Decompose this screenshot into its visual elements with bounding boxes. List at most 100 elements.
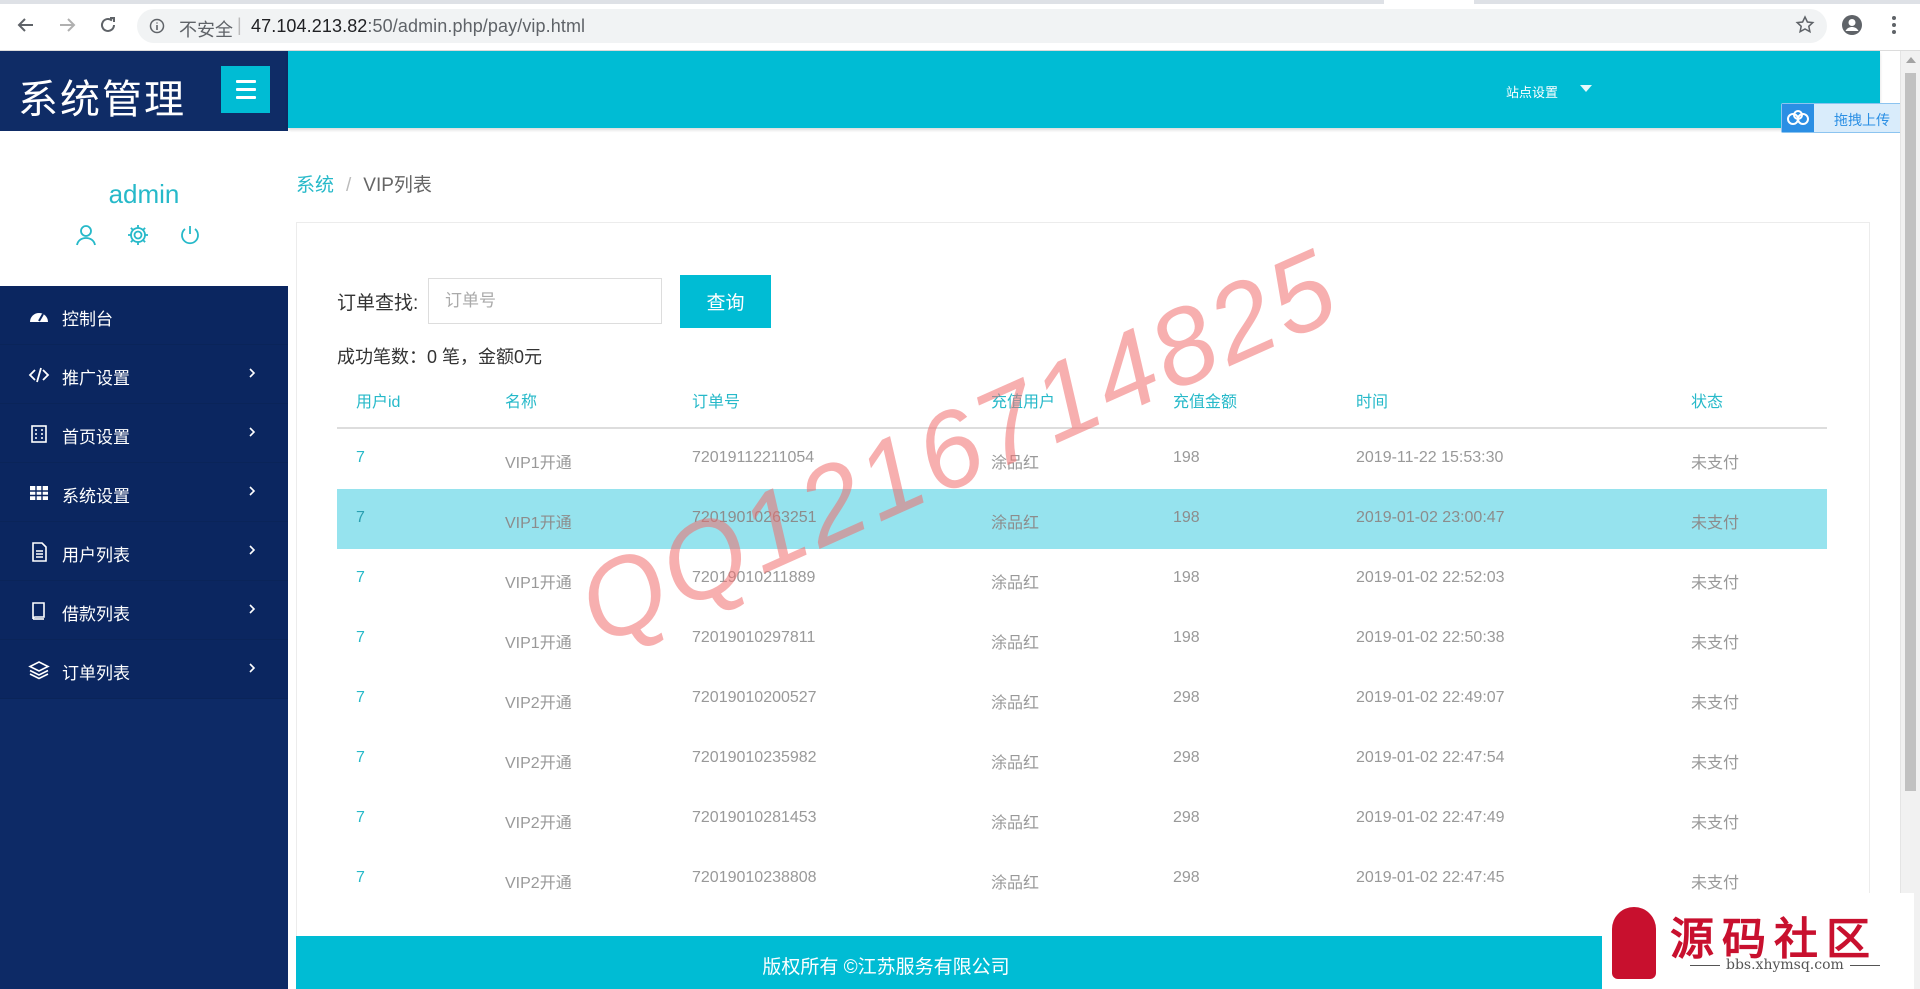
column-header-order-no: 订单号: [692, 394, 741, 411]
page-scrollbar[interactable]: [1900, 51, 1920, 989]
search-button[interactable]: 查询: [680, 275, 771, 328]
cell-name: VIP2开通: [505, 815, 572, 832]
book-icon: [28, 601, 50, 621]
tab-strip: [0, 0, 1920, 4]
order-search-label: 订单查找:: [337, 293, 419, 314]
cell-time: 2019-01-02 22:50:38: [1356, 629, 1505, 646]
chevron-right-icon: [246, 364, 258, 378]
layers-icon: [28, 660, 50, 680]
cell-amount: 198: [1173, 569, 1200, 586]
table-row[interactable]: 7 VIP1开通 72019010297811 涂品红 198 2019-01-…: [337, 609, 1827, 669]
site-settings-menu[interactable]: 站点设置: [1506, 82, 1558, 101]
column-header-recharge-user: 充值用户: [991, 394, 1056, 411]
url-text[interactable]: 47.104.213.82:50/admin.php/pay/vip.html: [251, 16, 585, 37]
cell-status: 未支付: [1691, 515, 1740, 532]
chevron-right-icon: [246, 423, 258, 437]
cell-recharge-user: 涂品红: [991, 635, 1040, 652]
cell-order-no: 72019010238808: [692, 869, 817, 886]
security-label: 不安全: [179, 20, 233, 40]
breadcrumb: 系统 / VIP列表: [296, 170, 432, 197]
cell-name: VIP2开通: [505, 875, 572, 892]
cell-user-id[interactable]: 7: [356, 629, 365, 647]
settings-gear-icon[interactable]: [126, 223, 150, 252]
sidebar-item-label: 首页设置: [62, 428, 130, 447]
info-icon[interactable]: [149, 18, 165, 39]
sidebar-item-loan-list[interactable]: 借款列表: [0, 581, 288, 640]
menu-toggle-button[interactable]: [221, 66, 270, 113]
column-header-status: 状态: [1691, 394, 1724, 411]
vip-orders-table: 用户id 名称 订单号 充值用户 充值金额 时间 状态 7 VIP1开通 720…: [337, 377, 1827, 909]
copyright-text: 版权所有 ©江苏服务有限公司: [762, 957, 1010, 978]
cell-amount: 198: [1173, 629, 1200, 646]
column-header-amount: 充值金额: [1173, 394, 1238, 411]
table-row[interactable]: 7 VIP1开通 72019010263251 涂品红 198 2019-01-…: [337, 489, 1827, 549]
chevron-right-icon: [246, 659, 258, 673]
header-bar: 站点设置: [288, 51, 1880, 128]
scroll-up-icon[interactable]: [1906, 57, 1916, 63]
breadcrumb-home-link[interactable]: 系统: [296, 175, 334, 196]
cell-user-id[interactable]: 7: [356, 689, 365, 707]
cell-status: 未支付: [1691, 815, 1740, 832]
sidebar-item-label: 控制台: [62, 310, 113, 329]
cell-recharge-user: 涂品红: [991, 695, 1040, 712]
cell-amount: 298: [1173, 869, 1200, 886]
building-icon: [28, 424, 50, 444]
cell-time: 2019-11-22 15:53:30: [1356, 449, 1504, 466]
cell-recharge-user: 涂品红: [991, 575, 1040, 592]
reload-icon[interactable]: [96, 13, 120, 37]
sidebar-item-home-settings[interactable]: 首页设置: [0, 404, 288, 463]
caret-down-icon[interactable]: [1580, 85, 1592, 92]
address-separator: |: [237, 15, 242, 35]
chevron-right-icon: [246, 600, 258, 614]
logo-url: bbs.xhymsq.com: [1684, 957, 1886, 973]
sidebar-item-dashboard[interactable]: 控制台: [0, 286, 288, 345]
bookmark-star-icon[interactable]: [1795, 15, 1815, 40]
upload-label: 拖拽上传: [1834, 112, 1890, 128]
address-bar[interactable]: 不安全 | 47.104.213.82:50/admin.php/pay/vip…: [137, 9, 1827, 43]
account-icon[interactable]: [1840, 13, 1864, 37]
cell-user-id[interactable]: 7: [356, 869, 365, 887]
cell-user-id[interactable]: 7: [356, 809, 365, 827]
cell-time: 2019-01-02 22:47:49: [1356, 809, 1505, 826]
drag-upload-widget[interactable]: 拖拽上传: [1781, 103, 1909, 133]
sidebar-item-label: 系统设置: [62, 487, 130, 506]
cell-status: 未支付: [1691, 455, 1740, 472]
cell-user-id[interactable]: 7: [356, 749, 365, 767]
scrollbar-thumb[interactable]: [1905, 73, 1916, 791]
cell-amount: 298: [1173, 689, 1200, 706]
sidebar-item-order-list[interactable]: 订单列表: [0, 640, 288, 699]
sidebar-item-promotion[interactable]: 推广设置: [0, 345, 288, 404]
sidebar-item-user-list[interactable]: 用户列表: [0, 522, 288, 581]
cell-user-id[interactable]: 7: [356, 569, 365, 587]
table-header: 用户id 名称 订单号 充值用户 充值金额 时间 状态: [337, 377, 1827, 429]
user-profile: admin: [0, 131, 288, 286]
brand-bar: 系统管理: [0, 51, 288, 131]
table-row[interactable]: 7 VIP1开通 72019010211889 涂品红 198 2019-01-…: [337, 549, 1827, 609]
cell-order-no: 72019010281453: [692, 809, 817, 826]
cell-user-id[interactable]: 7: [356, 509, 365, 527]
sidebar-item-system-settings[interactable]: 系统设置: [0, 463, 288, 522]
code-icon: [28, 365, 50, 385]
cell-status: 未支付: [1691, 695, 1740, 712]
cell-order-no: 72019010235982: [692, 749, 817, 766]
browser-menu-icon[interactable]: [1882, 13, 1906, 37]
cell-name: VIP1开通: [505, 635, 572, 652]
table-row[interactable]: 7 VIP2开通 72019010200527 涂品红 298 2019-01-…: [337, 669, 1827, 729]
active-tab[interactable]: [1384, 0, 1474, 4]
cell-name: VIP1开通: [505, 455, 572, 472]
username[interactable]: admin: [0, 179, 288, 210]
table-row[interactable]: 7 VIP2开通 72019010281453 涂品红 298 2019-01-…: [337, 789, 1827, 849]
cell-user-id[interactable]: 7: [356, 449, 365, 467]
forward-icon[interactable]: [55, 13, 79, 37]
cell-recharge-user: 涂品红: [991, 815, 1040, 832]
table-row[interactable]: 7 VIP2开通 72019010235982 涂品红 298 2019-01-…: [337, 729, 1827, 789]
table-row[interactable]: 7 VIP1开通 72019112211054 涂品红 198 2019-11-…: [337, 429, 1827, 489]
user-icon[interactable]: [74, 223, 98, 252]
back-icon[interactable]: [14, 13, 38, 37]
cell-time: 2019-01-02 22:47:54: [1356, 749, 1505, 766]
cell-order-no: 72019112211054: [692, 449, 815, 466]
order-number-input[interactable]: [428, 278, 662, 324]
brand-title: 系统管理: [18, 78, 186, 122]
power-icon[interactable]: [178, 223, 202, 252]
breadcrumb-separator: /: [346, 175, 352, 196]
